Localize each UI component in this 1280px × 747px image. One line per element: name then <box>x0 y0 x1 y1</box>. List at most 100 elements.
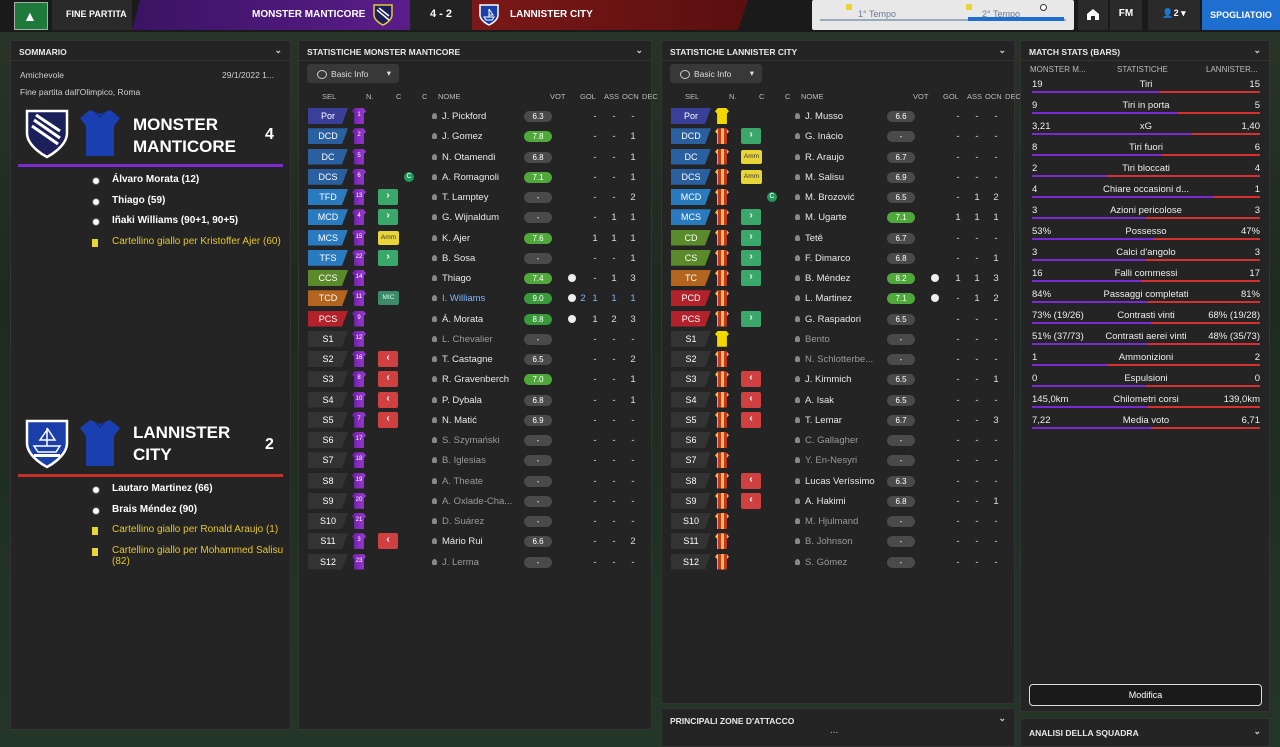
sub-out-button[interactable]: ‹ <box>741 391 761 408</box>
chevron-down-icon[interactable]: ⌄ <box>998 713 1006 724</box>
sub-in-button[interactable]: › <box>741 229 761 246</box>
player-name[interactable]: A. Romagnoli <box>432 172 499 183</box>
squad-button[interactable]: 👤2 ▾ <box>1148 0 1200 30</box>
player-row[interactable]: MCD 4 › G. Wijnaldum - - 1 1 <box>300 207 642 227</box>
player-name[interactable]: A. Oxlade-Cha... <box>432 496 512 507</box>
chevron-down-icon[interactable]: ⌄ <box>274 45 282 56</box>
team-analysis-header[interactable]: ANALISI DELLA SQUADRA ⌄ <box>1021 719 1269 739</box>
sub-in-button[interactable]: › <box>378 249 398 266</box>
attack-zones-panel[interactable]: PRINCIPALI ZONE D'ATTACCO ⌄ ... <box>661 708 1015 747</box>
player-name[interactable]: J. Kimmich <box>795 374 851 385</box>
player-row[interactable]: S3 ‹ J. Kimmich 6.5 - - 1 <box>663 369 1005 389</box>
player-name[interactable]: N. Matić <box>432 415 477 426</box>
player-row[interactable]: S2 N. Schlotterbe... - - - - <box>663 349 1005 369</box>
player-name[interactable]: R. Araujo <box>795 152 844 163</box>
player-row[interactable]: PCS 9 Á. Morata 8.8 1 2 3 <box>300 309 642 329</box>
home-button[interactable] <box>1078 0 1108 30</box>
player-name[interactable]: B. Johnson <box>795 536 853 547</box>
column-header-dec[interactable]: DEC <box>1005 92 1021 101</box>
column-header-nome[interactable]: NOME <box>801 92 824 101</box>
player-row[interactable]: S4 10 ‹ P. Dybala 6.8 - - 1 <box>300 390 642 410</box>
player-row[interactable]: DC Amm R. Araujo 6.7 - - - <box>663 147 1005 167</box>
player-name[interactable]: D. Suárez <box>432 516 484 527</box>
player-row[interactable]: S11 B. Johnson - - - - <box>663 531 1005 551</box>
column-header-gol[interactable]: GOL <box>943 92 959 101</box>
column-header-n[interactable]: N. <box>366 92 374 101</box>
player-row[interactable]: S2 16 ‹ T. Castagne 6.5 - - 2 <box>300 349 642 369</box>
column-header-vot[interactable]: VOT <box>550 92 565 101</box>
fm-menu-button[interactable]: FM <box>1110 0 1142 30</box>
player-row[interactable]: TFD 13 › T. Lamptey - - - 2 <box>300 187 642 207</box>
player-name[interactable]: J. Lerma <box>432 557 479 568</box>
column-header-c[interactable]: C <box>759 92 764 101</box>
sub-in-button[interactable]: › <box>741 310 761 327</box>
sub-in-button[interactable]: › <box>378 209 398 226</box>
player-row[interactable]: DCD › G. Inácio - - - - <box>663 126 1005 146</box>
player-name[interactable]: M. Hjulmand <box>795 516 858 527</box>
sub-in-button[interactable]: › <box>741 249 761 266</box>
player-row[interactable]: DC 5 N. Otamendi 6.8 - - 1 <box>300 147 642 167</box>
player-name[interactable]: T. Lamptey <box>432 192 488 203</box>
dressing-room-button[interactable]: SPOGLIATOIO <box>1202 0 1280 30</box>
chevron-down-icon[interactable]: ⌄ <box>998 45 1006 56</box>
player-row[interactable]: MCS 15 Amm K. Ajer 7.6 1 1 1 <box>300 228 642 248</box>
player-name[interactable]: I. Williams <box>432 293 485 304</box>
player-name[interactable]: B. Méndez <box>795 273 850 284</box>
sub-in-button[interactable]: › <box>741 270 761 286</box>
player-row[interactable]: CCS 14 Thiago 7.4 - 1 3 <box>300 268 642 288</box>
player-name[interactable]: B. Sosa <box>432 253 475 264</box>
column-header-dec[interactable]: DEC <box>642 92 658 101</box>
player-name[interactable]: A. Hakimi <box>795 496 846 507</box>
column-header-ass[interactable]: ASS <box>604 92 619 101</box>
player-name[interactable]: A. Theate <box>432 476 483 487</box>
player-name[interactable]: M. Salisu <box>795 172 844 183</box>
player-name[interactable]: G. Inácio <box>795 131 843 142</box>
sub-out-button[interactable]: ‹ <box>378 411 398 428</box>
player-row[interactable]: TFS 22 › B. Sosa - - - 1 <box>300 248 642 268</box>
sub-out-button[interactable]: ‹ <box>741 371 761 388</box>
sub-out-button[interactable]: ‹ <box>741 411 761 428</box>
column-header-ocn[interactable]: OCN <box>622 92 639 101</box>
player-row[interactable]: S6 C. Gallagher - - - - <box>663 430 1005 450</box>
player-row[interactable]: S5 7 ‹ N. Matić 6.9 - - - <box>300 410 642 430</box>
player-row[interactable]: Por 1 J. Pickford 6.3 - - - <box>300 106 642 126</box>
player-row[interactable]: S12 S. Gómez - - - - <box>663 552 1005 572</box>
player-name[interactable]: Y. En-Nesyri <box>795 455 857 466</box>
player-name[interactable]: N. Otamendi <box>432 152 495 163</box>
player-name[interactable]: Lucas Veríssimo <box>795 476 875 487</box>
player-row[interactable]: S10 21 D. Suárez - - - - <box>300 511 642 531</box>
sub-in-button[interactable]: › <box>741 209 761 226</box>
player-row[interactable]: TCD 11 MIC I. Williams 9.0 2 1 1 1 <box>300 288 642 308</box>
team-analysis-panel[interactable]: ANALISI DELLA SQUADRA ⌄ <box>1020 718 1270 747</box>
player-name[interactable]: T. Lemar <box>795 415 842 426</box>
column-header-sel[interactable]: SEL <box>322 92 336 101</box>
player-name[interactable]: J. Musso <box>795 111 843 122</box>
player-name[interactable]: Thiago <box>432 273 471 284</box>
player-name[interactable]: Mário Rui <box>432 536 483 547</box>
player-name[interactable]: A. Isak <box>795 395 834 406</box>
player-row[interactable]: Por J. Musso 6.6 - - - <box>663 106 1005 126</box>
player-name[interactable]: N. Schlotterbe... <box>795 354 873 365</box>
player-row[interactable]: S10 M. Hjulmand - - - - <box>663 511 1005 531</box>
home-team-name[interactable]: MONSTER MANTICORE <box>252 9 365 20</box>
player-name[interactable]: Tetê <box>795 233 823 244</box>
player-row[interactable]: S9 20 A. Oxlade-Cha... - - - - <box>300 491 642 511</box>
player-name[interactable]: M. Ugarte <box>795 212 847 223</box>
chevron-down-icon[interactable]: ⌄ <box>1253 45 1261 56</box>
chevron-down-icon[interactable]: ⌄ <box>1253 726 1261 737</box>
player-name[interactable]: P. Dybala <box>432 395 482 406</box>
player-name[interactable]: Bento <box>795 334 830 345</box>
sub-out-button[interactable]: ‹ <box>378 371 398 388</box>
player-name[interactable]: R. Gravenberch <box>432 374 509 385</box>
player-row[interactable]: PCS › G. Raspadori 6.5 - - - <box>663 309 1005 329</box>
edit-stats-button[interactable]: Modifica <box>1029 684 1262 706</box>
player-row[interactable]: DCS Amm M. Salisu 6.9 - - - <box>663 167 1005 187</box>
player-row[interactable]: S12 23 J. Lerma - - - - <box>300 552 642 572</box>
match-stats-header[interactable]: MATCH STATS (BARS) ⌄ <box>1021 41 1269 61</box>
player-row[interactable]: S7 18 B. Iglesias - - - - <box>300 450 642 470</box>
sub-out-button[interactable]: ‹ <box>741 472 761 489</box>
player-row[interactable]: S6 17 S. Szymański - - - - <box>300 430 642 450</box>
away-team-name[interactable]: LANNISTER CITY <box>510 9 593 20</box>
player-name[interactable]: K. Ajer <box>432 233 470 244</box>
home-stats-header[interactable]: STATISTICHE MONSTER MANTICORE ⌄ <box>299 41 651 61</box>
